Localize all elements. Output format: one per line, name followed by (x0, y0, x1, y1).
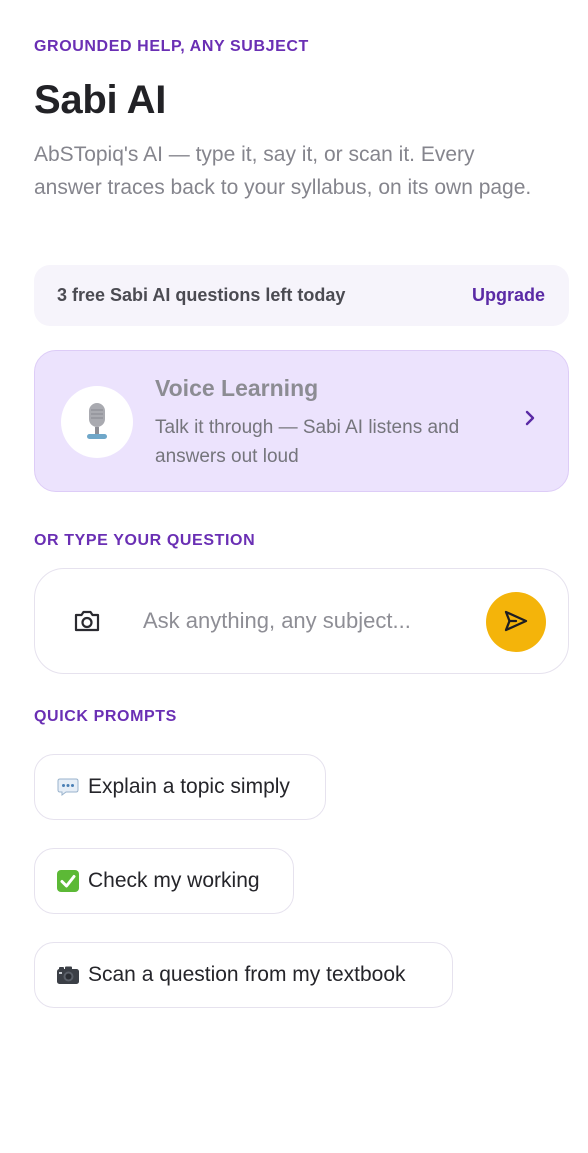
quick-prompt-scan-question[interactable]: Scan a question from my textbook (34, 942, 453, 1008)
question-composer (34, 568, 569, 674)
page-title: Sabi AI (34, 78, 167, 122)
send-icon (503, 609, 529, 636)
quick-prompt-explain[interactable]: Explain a topic simply (34, 754, 326, 820)
send-button[interactable] (486, 592, 546, 652)
voice-card-title: Voice Learning (155, 375, 319, 401)
voice-learning-card[interactable]: Voice Learning Talk it through — Sabi AI… (34, 350, 569, 492)
camera-icon (56, 963, 80, 987)
voice-card-description: Talk it through — Sabi AI listens and an… (155, 417, 460, 467)
section-eyebrow: GROUNDED HELP, ANY SUBJECT (34, 38, 309, 55)
quota-banner: 3 free Sabi AI questions left today Upgr… (34, 265, 569, 326)
quick-prompt-label: Explain a topic simply (88, 775, 290, 798)
check-mark-icon (56, 869, 80, 893)
quick-prompt-label: Check my working (88, 869, 260, 892)
quick-prompts-eyebrow: QUICK PROMPTS (34, 708, 177, 725)
quick-prompt-label: Scan a question from my textbook (88, 963, 406, 986)
upgrade-link[interactable]: Upgrade (472, 285, 545, 306)
camera-icon[interactable] (71, 605, 103, 637)
type-question-eyebrow: OR TYPE YOUR QUESTION (34, 532, 256, 549)
question-input[interactable] (143, 601, 463, 641)
page-subtitle: AbSTopiq's AI — type it, say it, or scan… (34, 143, 532, 199)
chevron-right-icon (524, 409, 536, 432)
microphone-icon (61, 386, 133, 458)
quick-prompt-check-working[interactable]: Check my working (34, 848, 294, 914)
speech-bubble-icon (56, 775, 80, 799)
quota-text: 3 free Sabi AI questions left today (57, 285, 346, 305)
